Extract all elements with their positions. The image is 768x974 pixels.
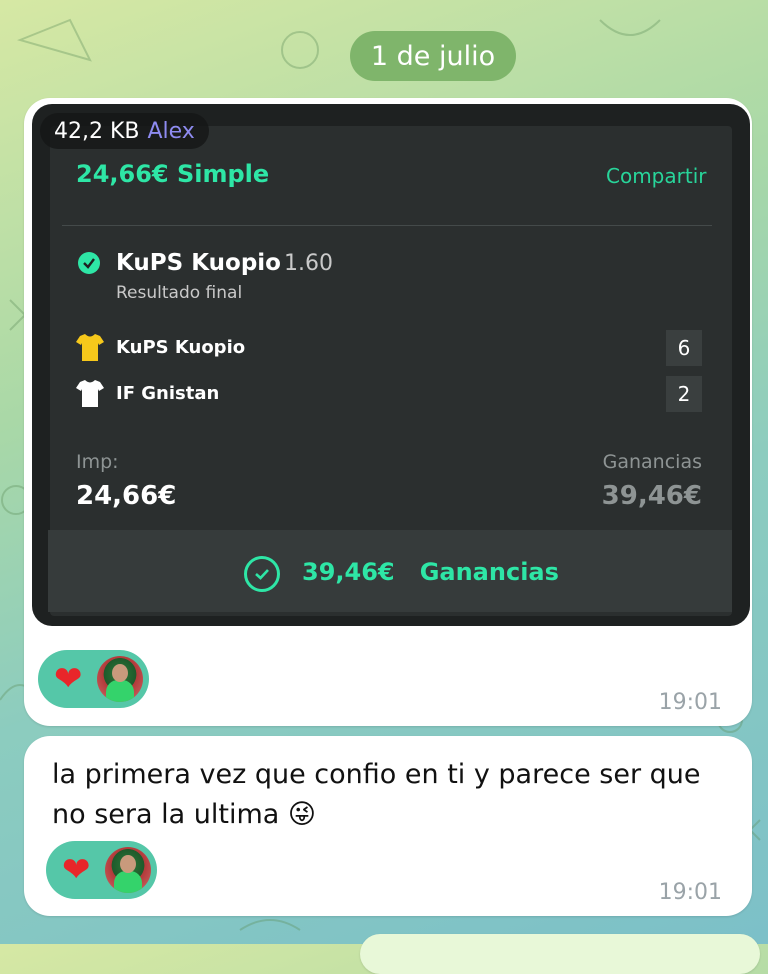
check-icon bbox=[78, 252, 100, 274]
message-text: la primera vez que confio en ti y parece… bbox=[52, 755, 732, 835]
heart-icon: ❤ bbox=[62, 850, 91, 890]
avatar bbox=[104, 847, 151, 893]
home-score: 6 bbox=[666, 330, 702, 366]
home-team-name: KuPS Kuopio bbox=[116, 337, 246, 358]
winnings-value: 39,46€ bbox=[601, 481, 702, 511]
away-score: 2 bbox=[666, 376, 702, 412]
result-label: Ganancias bbox=[419, 558, 559, 586]
date-divider: 1 de julio bbox=[350, 31, 516, 81]
result-amount: 39,46€ bbox=[302, 558, 395, 586]
away-shirt-icon bbox=[76, 380, 104, 407]
file-size: 42,2 KB bbox=[54, 118, 140, 144]
result-text: 39,46€ Ganancias bbox=[302, 558, 559, 586]
bet-title: 24,66€ Simple bbox=[76, 160, 270, 188]
sender-name[interactable]: Alex bbox=[148, 119, 195, 144]
winnings-label: Ganancias bbox=[602, 451, 702, 473]
message-time: 19:01 bbox=[658, 880, 722, 905]
avatar bbox=[96, 656, 143, 702]
reaction-chip[interactable]: ❤ bbox=[38, 650, 149, 708]
check-circle-icon bbox=[244, 556, 280, 592]
selection-name: KuPS Kuopio bbox=[116, 250, 281, 276]
next-message-bubble[interactable] bbox=[360, 934, 760, 974]
selection-odds: 1.60 bbox=[284, 251, 333, 276]
winking-tongue-emoji: 😜 bbox=[287, 799, 317, 830]
stake-label: Imp: bbox=[76, 451, 119, 473]
home-shirt-icon bbox=[76, 334, 104, 361]
share-link: Compartir bbox=[606, 164, 707, 188]
message-body: la primera vez que confio en ti y parece… bbox=[52, 759, 701, 830]
heart-icon: ❤ bbox=[54, 659, 83, 699]
message-time: 19:01 bbox=[658, 690, 722, 715]
divider bbox=[62, 225, 712, 226]
media-info-badge: 42,2 KB Alex bbox=[40, 113, 209, 149]
away-team-name: IF Gnistan bbox=[116, 383, 220, 404]
selection-market: Resultado final bbox=[116, 283, 243, 303]
stake-value: 24,66€ bbox=[76, 481, 177, 511]
reaction-chip[interactable]: ❤ bbox=[46, 841, 157, 899]
